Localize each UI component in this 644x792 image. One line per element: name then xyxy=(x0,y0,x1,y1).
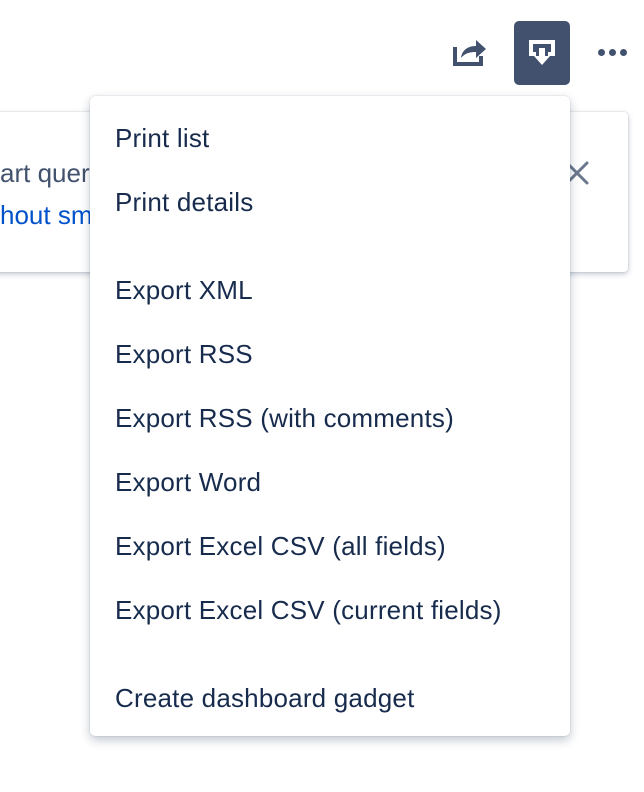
notification-link[interactable]: hout sm xyxy=(0,200,93,231)
share-button[interactable] xyxy=(448,30,492,74)
page: art quer hout sm Print list Print detail… xyxy=(0,0,644,792)
menu-item-create-dashboard-gadget[interactable]: Create dashboard gadget xyxy=(90,670,570,726)
export-button[interactable] xyxy=(514,21,570,85)
menu-item-export-rss-comments[interactable]: Export RSS (with comments) xyxy=(90,390,570,446)
menu-item-export-rss[interactable]: Export RSS xyxy=(90,326,570,382)
menu-item-print-details[interactable]: Print details xyxy=(90,174,570,230)
menu-item-export-xml[interactable]: Export XML xyxy=(90,262,570,318)
menu-item-export-csv-all[interactable]: Export Excel CSV (all fields) xyxy=(90,518,570,574)
more-dots-icon xyxy=(597,48,627,56)
export-download-icon xyxy=(529,40,555,65)
more-actions-button[interactable] xyxy=(590,30,634,74)
menu-item-export-word[interactable]: Export Word xyxy=(90,454,570,510)
menu-item-print-list[interactable]: Print list xyxy=(90,110,570,166)
notification-text: art quer xyxy=(0,158,90,188)
export-dropdown-menu: Print list Print details Export XML Expo… xyxy=(90,96,570,736)
share-icon xyxy=(453,40,486,66)
menu-item-export-csv-current[interactable]: Export Excel CSV (current fields) xyxy=(90,582,570,638)
